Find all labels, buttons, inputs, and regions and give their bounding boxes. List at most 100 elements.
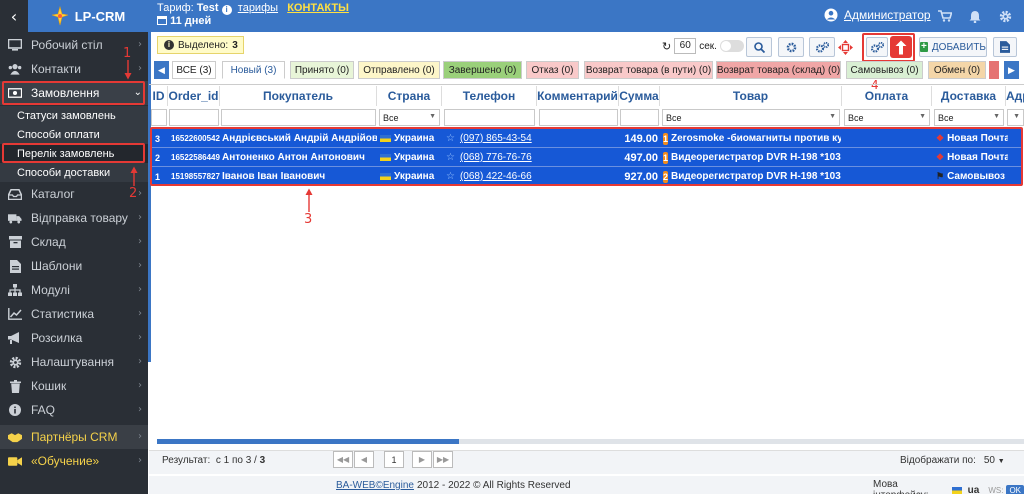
column-header-id[interactable]: ID bbox=[150, 86, 168, 106]
sidebar-item-label: Модулі bbox=[31, 283, 70, 297]
user-menu[interactable]: Администратор bbox=[824, 8, 931, 22]
sidebar-item-settings[interactable]: Налаштування › bbox=[0, 350, 148, 374]
export-button[interactable] bbox=[993, 37, 1017, 57]
annotation-number-1: 1 bbox=[123, 46, 132, 61]
sidebar-item-statistics[interactable]: Статистика › bbox=[0, 302, 148, 326]
filter-order-id[interactable] bbox=[169, 109, 219, 126]
filter-product-select[interactable]: Все ▼ bbox=[662, 109, 840, 126]
tariffs-link[interactable]: тарифы bbox=[238, 2, 278, 14]
column-header-sum[interactable]: Сумма bbox=[619, 86, 660, 106]
first-page-button[interactable]: ◀◀ bbox=[333, 451, 353, 468]
filter-country-select[interactable]: Все ▼ bbox=[379, 109, 440, 126]
tab-return-in-transit[interactable]: Возврат товара (в пути) (0) bbox=[584, 61, 713, 79]
contacts-link[interactable]: КОНТАКТЫ bbox=[287, 2, 349, 14]
back-arrow-icon[interactable]: ‹ bbox=[0, 0, 28, 32]
sidebar-item-trash[interactable]: Кошик › bbox=[0, 374, 148, 398]
sidebar-item-label: Партнёры CRM bbox=[31, 430, 118, 444]
column-header-delivery[interactable]: Доставка bbox=[932, 86, 1006, 106]
submenu-delivery-methods[interactable]: Способи доставки bbox=[0, 163, 148, 182]
language-select[interactable]: ua bbox=[968, 485, 980, 494]
submenu-payment-methods[interactable]: Способи оплати bbox=[0, 125, 148, 144]
page-number-input[interactable]: 1 bbox=[384, 451, 404, 468]
sidebar-item-label: Кошик bbox=[31, 379, 67, 393]
tariff-label: Тариф: bbox=[157, 2, 194, 14]
tab-rejected[interactable]: Отказ (0) bbox=[526, 61, 579, 79]
tab-return-warehouse[interactable]: Возврат товара (склад) (0) bbox=[716, 61, 841, 79]
search-button[interactable] bbox=[746, 37, 772, 57]
tab-completed[interactable]: Завершено (0) bbox=[443, 61, 522, 79]
filter-phone[interactable] bbox=[444, 109, 535, 126]
next-page-button[interactable]: ▶ bbox=[412, 451, 432, 468]
sidebar-item-training[interactable]: «Обучение» › bbox=[0, 449, 148, 473]
tabs-prev-arrow-icon[interactable]: ◀ bbox=[154, 61, 169, 79]
sidebar-item-label: Відправка товару bbox=[31, 211, 128, 225]
copyright-link[interactable]: BA-WEB©Engine bbox=[336, 480, 414, 491]
column-header-order-id[interactable]: Order_id bbox=[168, 86, 220, 106]
column-header-product[interactable]: Товар bbox=[660, 86, 842, 106]
sidebar-item-label: Склад bbox=[31, 235, 66, 249]
bell-icon[interactable] bbox=[965, 6, 985, 26]
horizontal-scrollbar-thumb[interactable] bbox=[157, 439, 459, 444]
tab-exchange[interactable]: Обмен (0) bbox=[928, 61, 986, 79]
column-header-comment[interactable]: Комментарий bbox=[537, 86, 619, 106]
sitemap-icon bbox=[8, 283, 22, 297]
sidebar-item-partners[interactable]: Партнёры CRM › bbox=[0, 425, 148, 449]
submenu-order-statuses[interactable]: Статуси замовлень bbox=[0, 106, 148, 125]
cart-icon[interactable] bbox=[935, 6, 955, 26]
video-icon bbox=[8, 454, 22, 468]
sidebar-item-modules[interactable]: Модулі › bbox=[0, 278, 148, 302]
user-icon bbox=[824, 8, 838, 22]
logo-star-icon bbox=[51, 6, 68, 26]
filter-sum[interactable] bbox=[620, 109, 659, 126]
sidebar-item-mailing[interactable]: Розсилка › bbox=[0, 326, 148, 350]
gear-icon[interactable] bbox=[995, 6, 1015, 26]
per-page: Відображати по: 50 ▼ bbox=[900, 455, 1005, 466]
column-header-payment[interactable]: Оплата bbox=[842, 86, 932, 106]
tariff-name: Test bbox=[196, 2, 219, 14]
gears-button[interactable] bbox=[809, 37, 835, 57]
tab-all[interactable]: ВСЕ (3) bbox=[172, 61, 216, 79]
gear-icon bbox=[786, 42, 796, 52]
add-button[interactable]: + ДОБАВИТЬ bbox=[919, 37, 987, 57]
last-page-button[interactable]: ▶▶ bbox=[433, 451, 453, 468]
filter-delivery-select[interactable]: Все ▼ bbox=[934, 109, 1004, 126]
move-arrows-icon[interactable] bbox=[835, 37, 855, 57]
tabs-next-arrow-icon[interactable]: ▶ bbox=[1004, 61, 1019, 79]
filter-id[interactable] bbox=[151, 109, 167, 126]
tab-accepted[interactable]: Принято (0) bbox=[290, 61, 354, 79]
calendar-icon bbox=[157, 16, 167, 25]
per-page-select[interactable]: 50 ▼ bbox=[984, 455, 1005, 466]
tab-new[interactable]: Новый (3) bbox=[222, 61, 285, 79]
sidebar-item-templates[interactable]: Шаблони › bbox=[0, 254, 148, 278]
tab-more[interactable] bbox=[989, 61, 999, 79]
column-header-phone[interactable]: Телефон bbox=[442, 86, 537, 106]
sidebar-item-label: Розсилка bbox=[31, 331, 83, 345]
filter-payment-select[interactable]: Все ▼ bbox=[844, 109, 930, 126]
column-header-buyer[interactable]: Покупатель bbox=[220, 86, 377, 106]
sidebar-item-shipping[interactable]: Відправка товару › bbox=[0, 206, 148, 230]
prev-page-button[interactable]: ◀ bbox=[354, 451, 374, 468]
sidebar-item-warehouse[interactable]: Склад › bbox=[0, 230, 148, 254]
tab-pickup[interactable]: Самовывоз (0) bbox=[846, 61, 923, 79]
filter-buyer[interactable] bbox=[221, 109, 376, 126]
info-icon[interactable]: i bbox=[221, 5, 232, 15]
refresh-toggle[interactable] bbox=[719, 40, 744, 52]
sidebar-item-label: Робочий стіл bbox=[31, 38, 103, 52]
refresh-interval-input[interactable]: 60 bbox=[674, 38, 697, 54]
refresh-icon[interactable]: ↻ bbox=[662, 40, 671, 53]
footer: BA-WEB©Engine 2012 - 2022 © All Rights R… bbox=[149, 476, 1024, 494]
sidebar-item-label: Статистика bbox=[31, 307, 95, 321]
tab-sent[interactable]: Отправлено (0) bbox=[358, 61, 440, 79]
column-header-country[interactable]: Страна bbox=[377, 86, 442, 106]
highlight-toolbar-group bbox=[862, 33, 915, 62]
filter-comment[interactable] bbox=[539, 109, 618, 126]
column-header-address[interactable]: Адр bbox=[1006, 86, 1024, 106]
logo[interactable]: LP-CRM bbox=[28, 0, 148, 32]
settings-button[interactable] bbox=[778, 37, 804, 57]
sidebar-item-label: Налаштування bbox=[31, 355, 114, 369]
filter-address-select[interactable]: ▼ bbox=[1007, 109, 1024, 126]
sidebar-item-faq[interactable]: FAQ › bbox=[0, 398, 148, 422]
auto-refresh: ↻ 60 сек. bbox=[662, 38, 744, 54]
brand-name: LP-CRM bbox=[74, 8, 126, 24]
sidebar-item-catalog[interactable]: Каталог › bbox=[0, 182, 148, 206]
